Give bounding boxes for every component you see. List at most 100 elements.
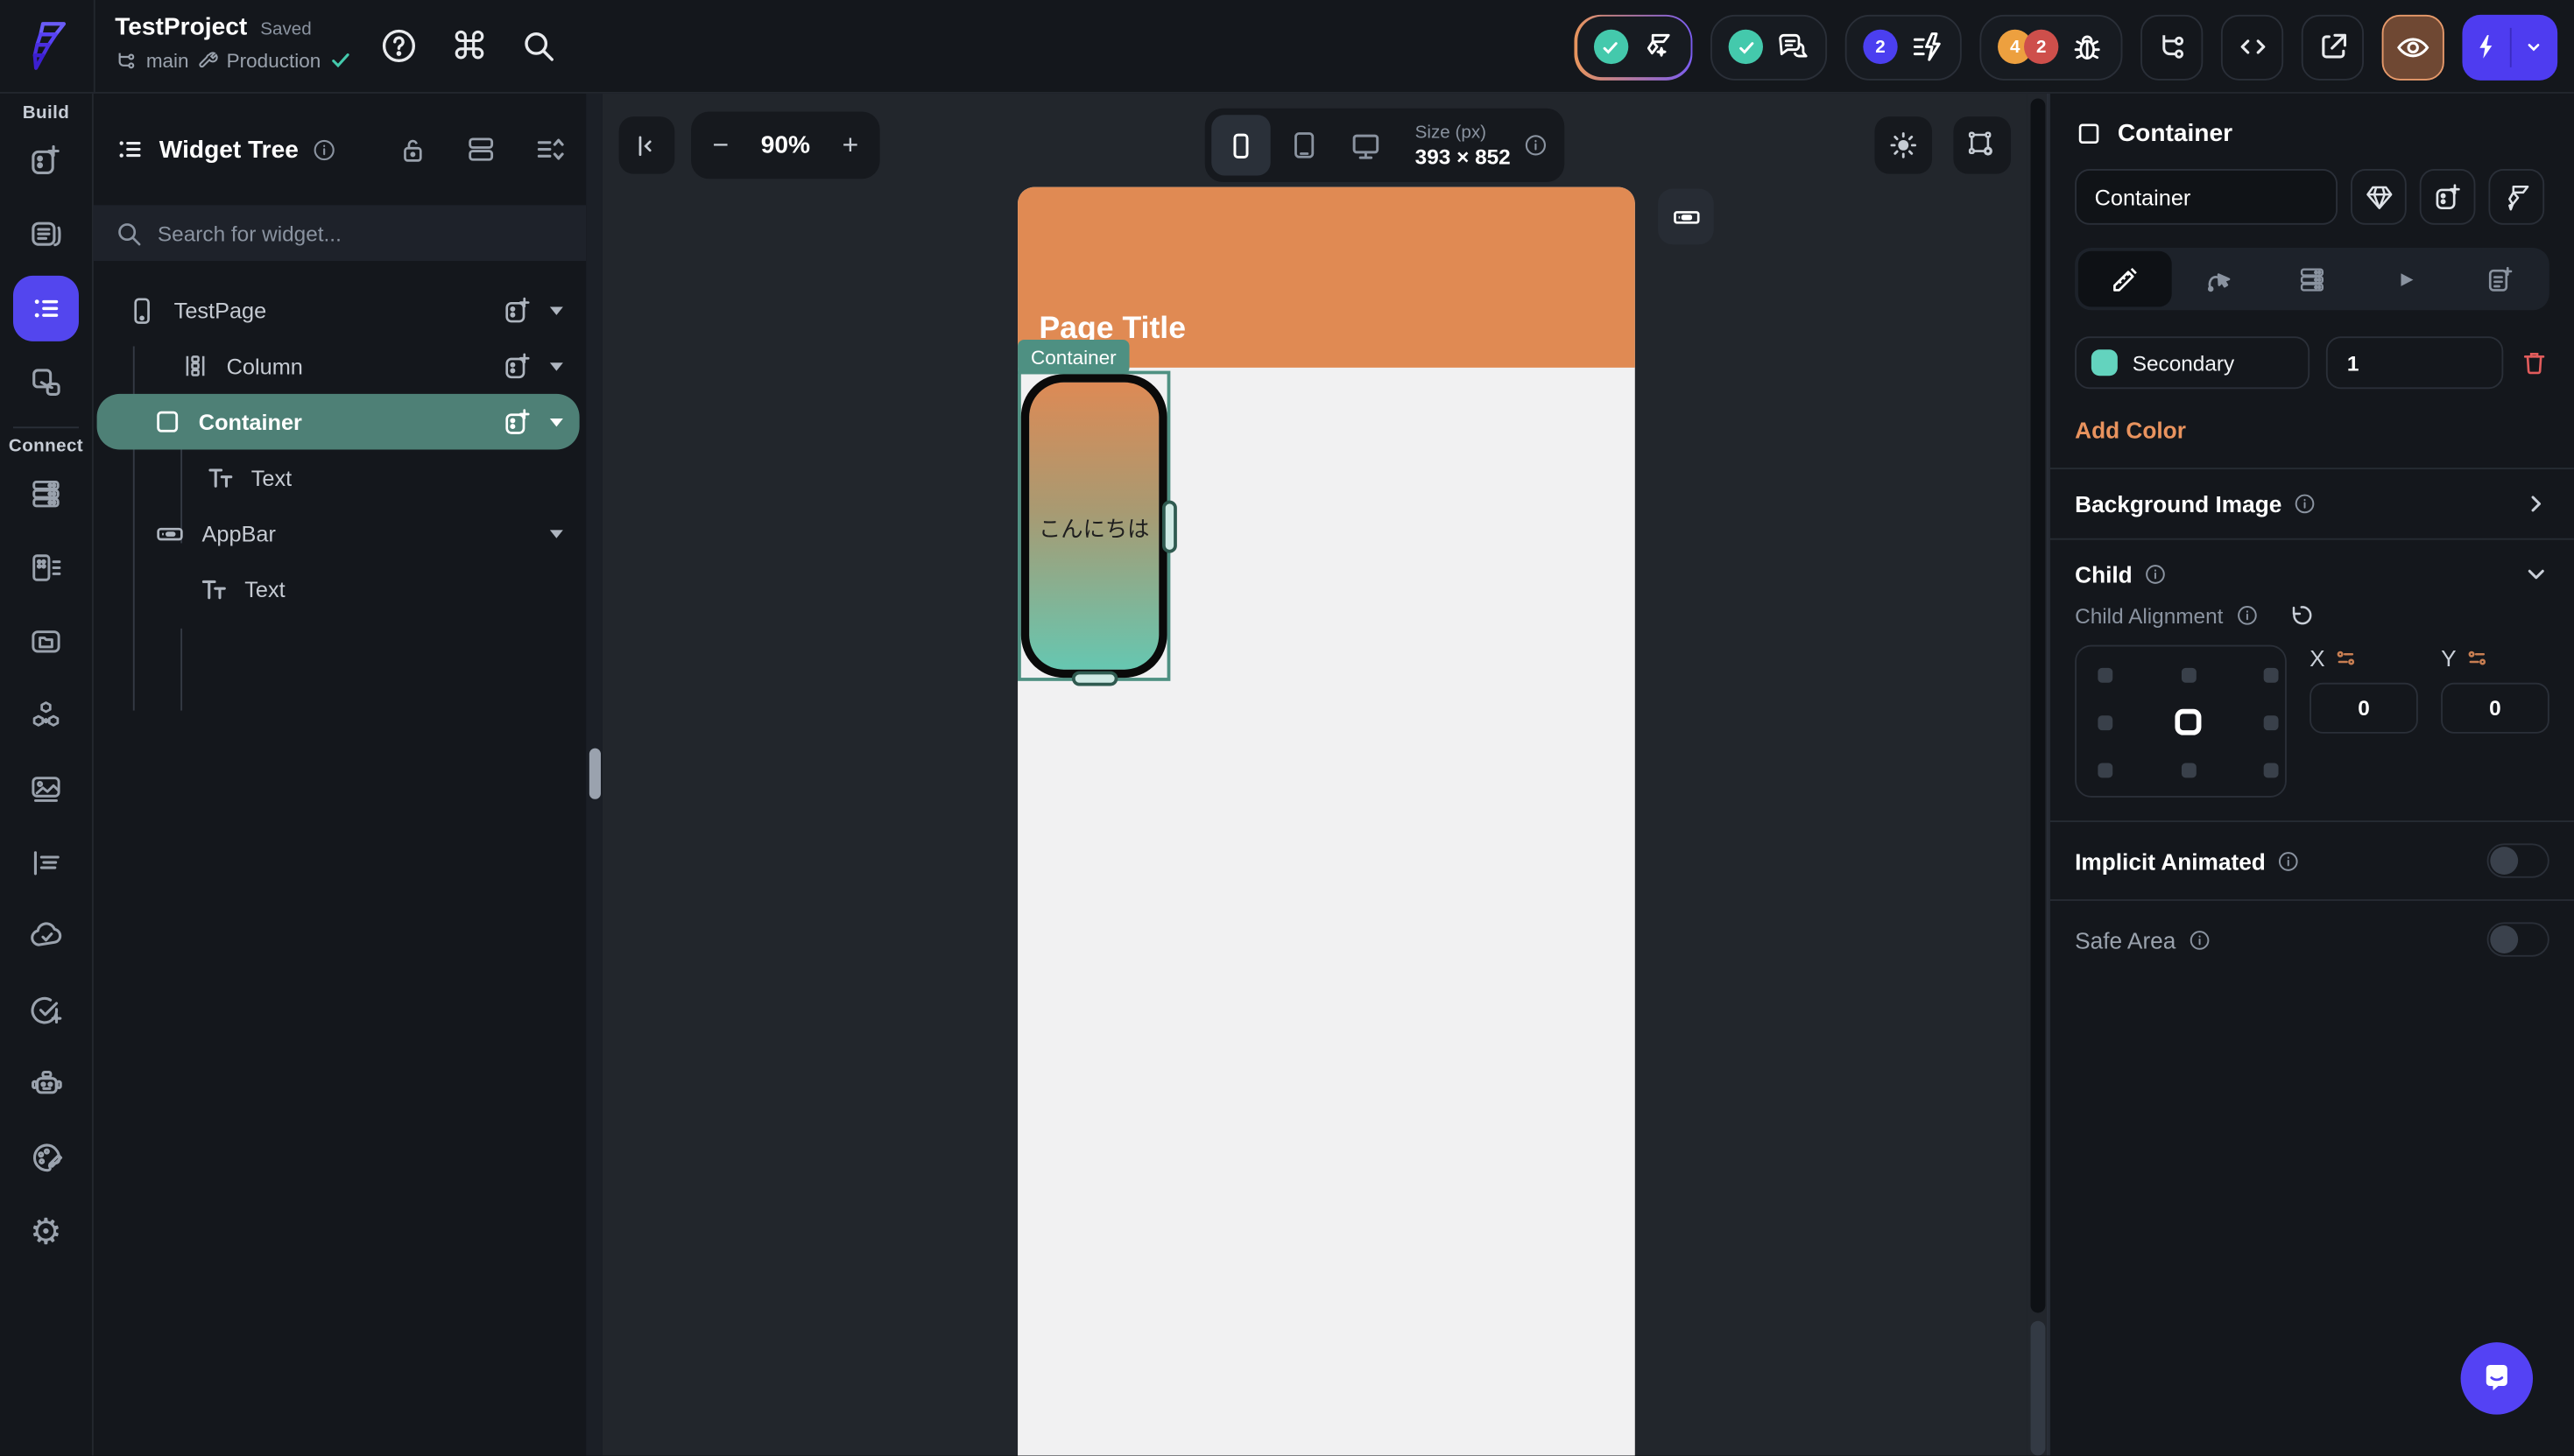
device-desktop-tab[interactable] xyxy=(1336,115,1395,175)
sidebar-item-content-manager[interactable] xyxy=(0,530,92,603)
search-button[interactable] xyxy=(516,23,561,68)
safe-area-toggle[interactable] xyxy=(2486,922,2549,957)
info-icon[interactable] xyxy=(2277,849,2300,872)
sidebar-item-pages[interactable] xyxy=(0,197,92,271)
fill-color-chip[interactable]: Secondary xyxy=(2075,336,2310,390)
view-code-button[interactable] xyxy=(2220,13,2284,80)
search-input[interactable] xyxy=(157,221,519,246)
tab-properties[interactable] xyxy=(2077,250,2172,307)
info-icon[interactable] xyxy=(312,137,336,162)
collapse-panel-button[interactable] xyxy=(618,116,675,174)
tree-row-column[interactable]: Column xyxy=(94,338,586,394)
tree-scrollbar-thumb[interactable] xyxy=(588,748,601,799)
implicit-animated-toggle[interactable] xyxy=(2486,843,2549,878)
expand-caret[interactable] xyxy=(549,529,563,538)
info-icon[interactable] xyxy=(2144,563,2167,586)
info-icon[interactable] xyxy=(2188,928,2211,951)
align-bottom-left[interactable] xyxy=(2098,763,2113,778)
child-section-header[interactable]: Child xyxy=(2050,540,2574,602)
run-button[interactable] xyxy=(2462,13,2558,80)
sidebar-item-add-widget[interactable] xyxy=(0,123,92,197)
tree-row-appbar[interactable]: AppBar xyxy=(94,505,586,561)
align-center-selected[interactable] xyxy=(2175,708,2202,735)
convert-to-component-button[interactable] xyxy=(2488,169,2545,225)
support-chat-button[interactable] xyxy=(2460,1342,2534,1415)
theme-style-button[interactable] xyxy=(2350,169,2407,225)
add-widget-icon[interactable] xyxy=(503,350,534,382)
x-alignment-input[interactable]: 0 xyxy=(2310,682,2418,734)
widget-search[interactable] xyxy=(93,205,587,262)
run-options-chevron[interactable] xyxy=(2511,14,2557,80)
device-phone-tab[interactable] xyxy=(1211,115,1271,176)
background-image-row[interactable]: Background Image xyxy=(2050,469,2574,538)
zoom-control[interactable]: − 90% + xyxy=(691,111,880,179)
opacity-input[interactable]: 1 xyxy=(2325,336,2504,390)
selected-container-widget[interactable]: こんにちは xyxy=(1020,374,1167,679)
actions-status-pill[interactable]: 2 xyxy=(1844,13,1962,80)
lock-icon[interactable] xyxy=(398,134,429,165)
phone-preview[interactable]: Page Title Container こんにちは xyxy=(1018,186,1635,1456)
align-top-center[interactable] xyxy=(2181,667,2197,683)
sidebar-item-integrations[interactable] xyxy=(0,678,92,751)
ai-review-status-pill[interactable] xyxy=(1574,13,1693,80)
sidebar-item-theme[interactable] xyxy=(0,1121,92,1194)
sidebar-item-image-assets[interactable] xyxy=(0,751,92,825)
align-top-right[interactable] xyxy=(2263,667,2279,683)
device-tablet-tab[interactable] xyxy=(1273,115,1332,175)
share-button[interactable] xyxy=(2301,13,2364,80)
expand-caret[interactable] xyxy=(549,306,563,314)
preview-button[interactable] xyxy=(2381,13,2444,80)
canvas-scrollbar[interactable] xyxy=(2027,93,2049,1456)
flutterflow-logo[interactable] xyxy=(19,18,75,74)
y-alignment-input[interactable]: 0 xyxy=(2441,682,2549,734)
selection-badge[interactable]: Container xyxy=(1018,339,1130,375)
container-text[interactable]: こんにちは xyxy=(1039,510,1150,542)
panel-layout-icon[interactable] xyxy=(464,133,497,165)
sidebar-item-ai-agent[interactable] xyxy=(0,1047,92,1121)
theme-mode-button[interactable] xyxy=(1874,116,1933,174)
collapse-sort-icon[interactable] xyxy=(533,133,566,165)
sidebar-item-tests[interactable] xyxy=(0,973,92,1046)
sidebar-item-database[interactable] xyxy=(0,456,92,530)
comments-status-pill[interactable] xyxy=(1710,13,1828,80)
resize-handle-right[interactable] xyxy=(1162,499,1177,552)
align-bottom-right[interactable] xyxy=(2263,763,2279,778)
tree-row-container-selected[interactable]: Container xyxy=(96,393,580,450)
appbar-select-button[interactable] xyxy=(1658,188,1714,245)
canvas-scrollbar-thumb[interactable] xyxy=(2030,98,2046,1313)
design-canvas[interactable]: Page Title Container こんにちは − 90% + Size … xyxy=(602,93,2027,1456)
align-top-left[interactable] xyxy=(2098,667,2113,683)
sidebar-item-components[interactable] xyxy=(0,345,92,419)
run-bolt-icon[interactable] xyxy=(2462,14,2508,80)
add-widget-icon[interactable] xyxy=(503,294,534,326)
tab-actions[interactable] xyxy=(2359,251,2452,307)
zoom-in-button[interactable]: + xyxy=(843,129,859,161)
issues-status-pill[interactable]: 4 2 xyxy=(1979,13,2123,80)
add-color-link[interactable]: Add Color xyxy=(2050,389,2211,468)
sidebar-item-cloud-functions[interactable] xyxy=(0,899,92,973)
child-alignment-grid[interactable] xyxy=(2075,644,2287,798)
zoom-out-button[interactable]: − xyxy=(712,129,729,161)
expand-caret[interactable] xyxy=(549,418,563,426)
align-center-left[interactable] xyxy=(2098,715,2113,731)
expand-caret[interactable] xyxy=(549,362,563,370)
resize-handle-bottom[interactable] xyxy=(1070,671,1118,686)
tab-interactions[interactable] xyxy=(2172,251,2266,307)
branch-name[interactable]: main xyxy=(146,48,189,71)
canvas-settings-button[interactable] xyxy=(1953,116,2012,174)
sidebar-item-custom-code[interactable] xyxy=(0,826,92,899)
reset-alignment-icon[interactable] xyxy=(2288,602,2315,629)
size-info-icon[interactable] xyxy=(1524,133,1548,158)
align-center-right[interactable] xyxy=(2263,715,2279,731)
tree-row-testpage[interactable]: TestPage xyxy=(94,282,586,338)
tab-data[interactable] xyxy=(2266,251,2359,307)
add-widget-icon[interactable] xyxy=(503,406,534,438)
info-icon[interactable] xyxy=(2293,492,2316,515)
tree-row-text[interactable]: Text xyxy=(94,561,586,617)
branch-menu-button[interactable] xyxy=(2140,13,2204,80)
wrap-widget-button[interactable] xyxy=(2419,169,2476,225)
tab-documentation[interactable] xyxy=(2452,251,2546,307)
sidebar-item-media-assets[interactable] xyxy=(0,604,92,678)
environment-name[interactable]: Production xyxy=(227,48,321,71)
tree-scrollbar[interactable] xyxy=(586,93,603,1456)
